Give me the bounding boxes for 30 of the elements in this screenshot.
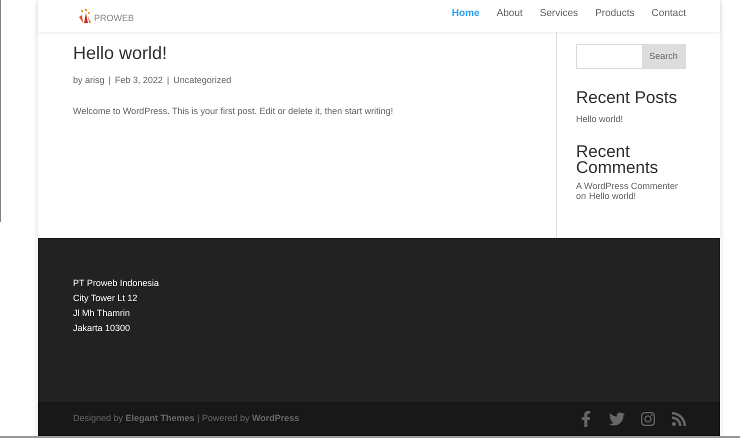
category-link[interactable]: Uncategorized bbox=[173, 74, 232, 88]
comment-text: on bbox=[576, 190, 586, 200]
instagram-icon[interactable] bbox=[640, 411, 656, 427]
comment-post-link[interactable]: Hello world! bbox=[589, 190, 636, 200]
nav-link[interactable]: Products bbox=[595, 6, 635, 20]
address-line: Jakarta 10300 bbox=[73, 322, 132, 335]
address-line: PT Proweb Indonesia bbox=[73, 277, 160, 290]
search-button[interactable]: Search bbox=[642, 45, 685, 68]
widget-title: Recent Posts bbox=[576, 88, 678, 107]
recent-post-link[interactable]: Hello world! bbox=[576, 113, 687, 126]
logo-icon bbox=[78, 8, 92, 24]
twitter-icon[interactable] bbox=[609, 411, 625, 427]
post-body: Welcome to WordPress. This is your first post. Edit or delete it, then start writing! bbox=[73, 104, 394, 118]
nav-link[interactable]: Services bbox=[540, 6, 578, 20]
rss-icon[interactable] bbox=[671, 411, 687, 427]
comment-author-link[interactable]: A WordPress Commenter bbox=[576, 180, 678, 190]
nav-link[interactable]: About bbox=[496, 6, 523, 20]
widget-title: Recent Comments bbox=[576, 144, 660, 176]
post-title[interactable]: Hello world! bbox=[73, 42, 556, 64]
meta-separator: | bbox=[166, 74, 170, 87]
logo[interactable]: PROWEB bbox=[78, 8, 134, 24]
nav-link[interactable]: Contact bbox=[652, 6, 686, 20]
search-field[interactable]: Search bbox=[576, 44, 686, 69]
logo-text: PROWEB bbox=[94, 14, 134, 23]
meta-separator: | bbox=[108, 74, 111, 87]
address-line: Jl Mh Thamrin bbox=[73, 307, 131, 320]
address-line: City Tower Lt 12 bbox=[73, 292, 138, 305]
credits-text: Designed by Elegant Themes | Powered by WordPress bbox=[73, 412, 300, 426]
post-author: by arisg bbox=[73, 74, 105, 87]
post-date: Feb 3, 2022 bbox=[114, 74, 163, 87]
